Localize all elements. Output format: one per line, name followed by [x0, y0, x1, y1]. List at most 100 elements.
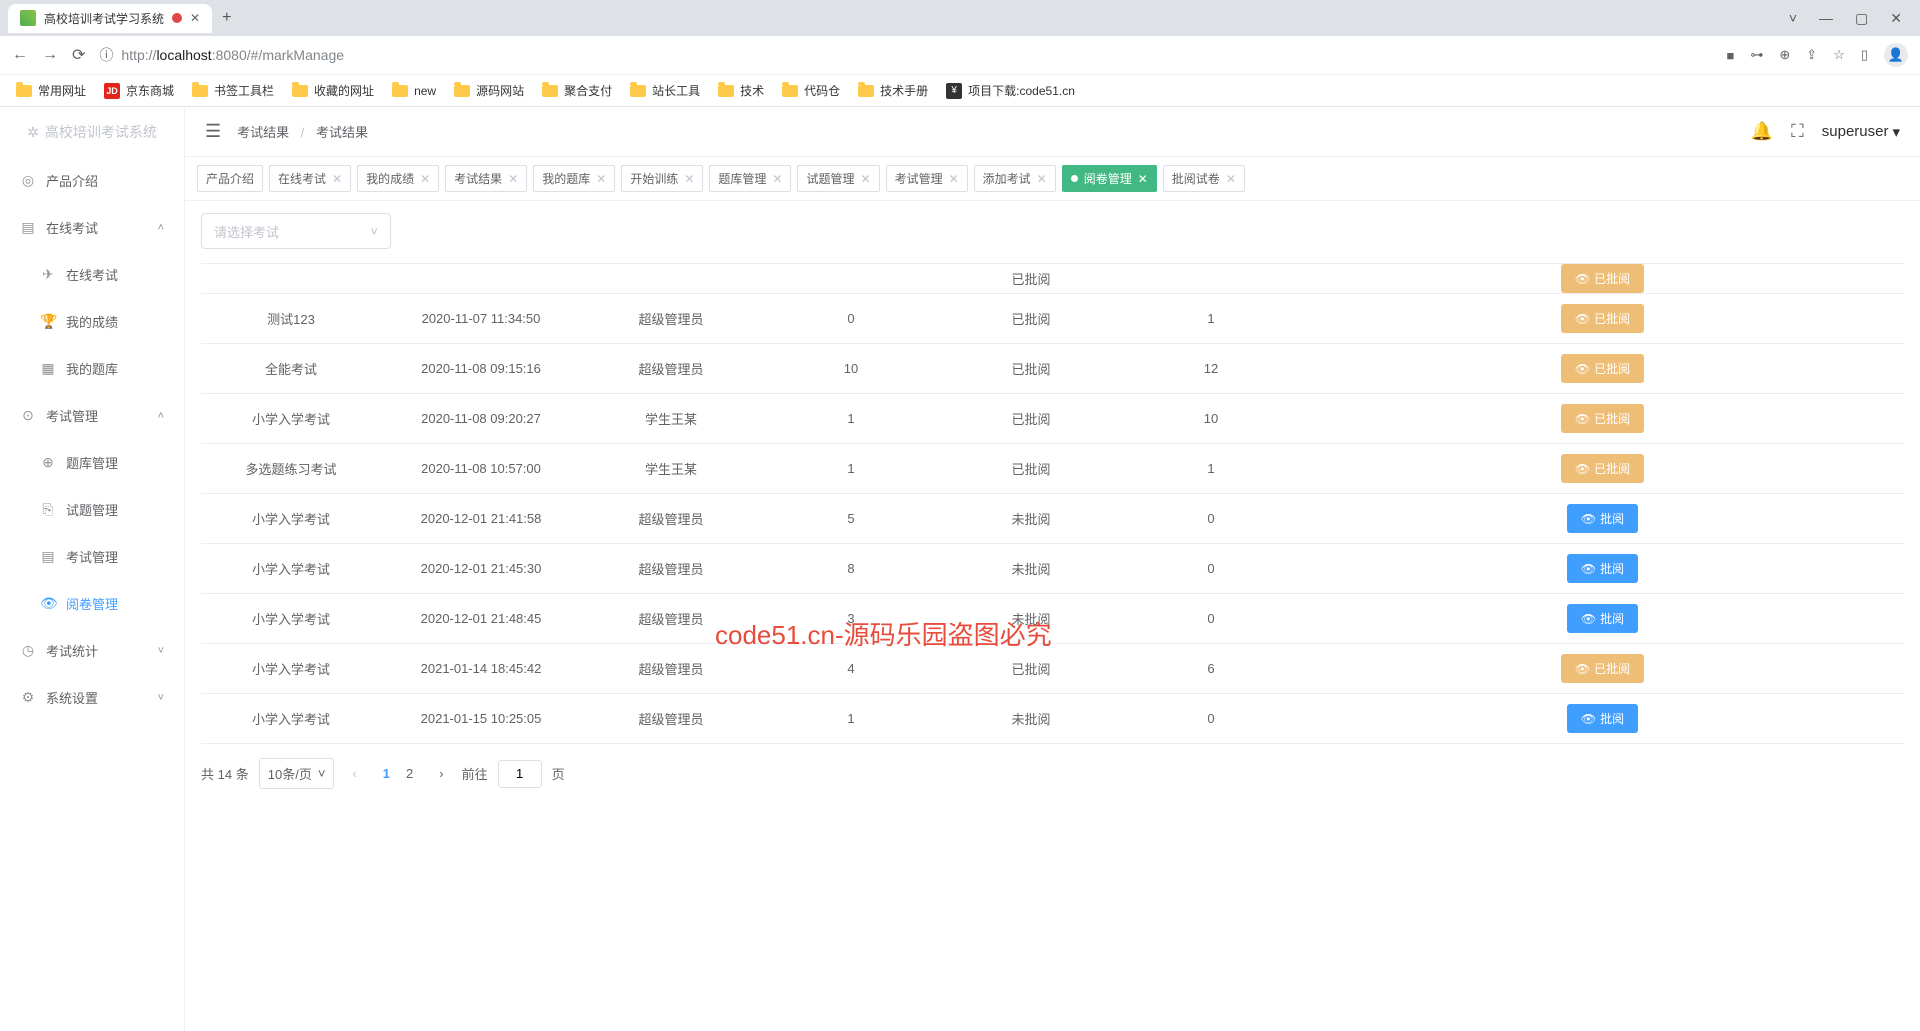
tab-item[interactable]: 考试结果✕ — [445, 165, 527, 192]
sidebar-sub-item[interactable]: ⎘试题管理 — [0, 486, 184, 533]
user-menu[interactable]: superuser ▾ — [1822, 123, 1900, 141]
review-button[interactable]: 👁已批阅 — [1561, 304, 1644, 333]
star-icon[interactable]: ☆ — [1833, 47, 1845, 63]
goto-page-input[interactable] — [498, 760, 542, 788]
sidebar-sub-item[interactable]: 👁阅卷管理 — [0, 580, 184, 627]
close-icon[interactable]: ✕ — [190, 11, 200, 25]
review-button[interactable]: 👁批阅 — [1567, 704, 1638, 733]
sidebar-sub-item[interactable]: ▤考试管理 — [0, 533, 184, 580]
tab-item[interactable]: 产品介绍 — [197, 165, 263, 192]
table-row: 小学入学考试2020-12-01 21:48:45超级管理员3未批阅0👁批阅 — [201, 594, 1904, 644]
bookmark-item[interactable]: ¥项目下载:code51.cn — [946, 82, 1075, 99]
bookmark-item[interactable]: 聚合支付 — [542, 82, 612, 99]
menu-icon: ⊙ — [20, 407, 36, 424]
app: ✲ 高校培训考试系统 ◎产品介绍▤在线考试˄✈在线考试🏆我的成绩▦我的题库⊙考试… — [0, 107, 1920, 1031]
review-button[interactable]: 👁已批阅 — [1561, 654, 1644, 683]
caret-down-icon: ▾ — [1892, 123, 1900, 141]
tab-item[interactable]: 题库管理✕ — [709, 165, 791, 192]
review-button[interactable]: 👁批阅 — [1567, 504, 1638, 533]
next-page-button[interactable]: › — [431, 762, 451, 785]
sidebar-sub-item[interactable]: ⊕题库管理 — [0, 439, 184, 486]
fullscreen-icon[interactable]: ⛶ — [1791, 121, 1804, 142]
close-icon[interactable]: ✕ — [508, 172, 518, 186]
bookmark-item[interactable]: 技术手册 — [858, 82, 928, 99]
tab-item[interactable]: 阅卷管理✕ — [1062, 165, 1157, 192]
hamburger-icon[interactable]: ☰ — [205, 121, 221, 142]
share-icon[interactable]: ⇪ — [1806, 47, 1817, 63]
table-row: 全能考试2020-11-08 09:15:16超级管理员10已批阅12👁已批阅 — [201, 344, 1904, 394]
close-icon[interactable]: ✕ — [861, 172, 871, 186]
back-icon[interactable]: ← — [12, 46, 28, 64]
table-row: 多选题练习考试2020-11-08 10:57:00学生王某1已批阅1👁已批阅 — [201, 444, 1904, 494]
review-button[interactable]: 👁批阅 — [1567, 554, 1638, 583]
sidebar-sub-item[interactable]: ✈在线考试 — [0, 251, 184, 298]
review-button[interactable]: 👁已批阅 — [1561, 354, 1644, 383]
review-button[interactable]: 👁批阅 — [1567, 604, 1638, 633]
bookmark-item[interactable]: JD京东商城 — [104, 82, 174, 99]
tab-item[interactable]: 添加考试✕ — [974, 165, 1056, 192]
bookmark-item[interactable]: 收藏的网址 — [292, 82, 374, 99]
menu-icon: ▤ — [40, 548, 56, 565]
close-icon[interactable]: ✕ — [420, 172, 430, 186]
maximize-icon[interactable]: ▢ — [1855, 10, 1868, 27]
menu-icon: ◎ — [20, 172, 36, 189]
table-row: 测试1232020-11-07 11:34:50超级管理员0已批阅1👁已批阅 — [201, 294, 1904, 344]
review-button[interactable]: 👁已批阅 — [1561, 404, 1644, 433]
forward-icon[interactable]: → — [42, 46, 58, 64]
camera-icon[interactable]: ■ — [1727, 48, 1735, 63]
bookmark-item[interactable]: 源码网站 — [454, 82, 524, 99]
tab-title: 高校培训考试学习系统 — [44, 10, 164, 27]
minimize-icon[interactable]: — — [1819, 10, 1833, 27]
sidebar-item[interactable]: ◎产品介绍 — [0, 157, 184, 204]
key-icon[interactable]: ⊶ — [1750, 47, 1763, 63]
tab-item[interactable]: 在线考试✕ — [269, 165, 351, 192]
close-icon[interactable]: ✕ — [1037, 172, 1047, 186]
expand-icon: ˄ — [158, 222, 164, 234]
expand-icon: ˅ — [158, 645, 164, 657]
tab-item[interactable]: 考试管理✕ — [886, 165, 968, 192]
panel-icon[interactable]: ▯ — [1861, 47, 1868, 63]
new-tab-button[interactable]: + — [222, 9, 231, 27]
address-bar[interactable]: ⓘ http://localhost:8080/#/markManage — [99, 45, 1712, 65]
tab-item[interactable]: 开始训练✕ — [621, 165, 703, 192]
close-icon[interactable]: ✕ — [772, 172, 782, 186]
bookmark-item[interactable]: 技术 — [718, 82, 764, 99]
page-size-select[interactable]: 10条/页 ˅ — [259, 758, 335, 789]
sidebar-item[interactable]: ⊙考试管理˄ — [0, 392, 184, 439]
browser-tab[interactable]: 高校培训考试学习系统 ✕ — [8, 4, 212, 33]
reload-icon[interactable]: ⟳ — [72, 45, 85, 65]
bookmark-item[interactable]: 书签工具栏 — [192, 82, 274, 99]
bell-icon[interactable]: 🔔 — [1751, 121, 1773, 142]
page-number[interactable]: 1 — [375, 762, 398, 785]
chevron-down-icon[interactable]: ˅ — [1789, 10, 1797, 27]
close-icon[interactable]: ✕ — [596, 172, 606, 186]
page-number[interactable]: 2 — [398, 762, 421, 785]
close-icon[interactable]: ✕ — [332, 172, 342, 186]
close-icon[interactable]: ✕ — [949, 172, 959, 186]
bookmark-item[interactable]: 常用网址 — [16, 82, 86, 99]
tab-item[interactable]: 我的成绩✕ — [357, 165, 439, 192]
tab-item[interactable]: 批阅试卷✕ — [1163, 165, 1245, 192]
tab-item[interactable]: 我的题库✕ — [533, 165, 615, 192]
prev-page-button[interactable]: ‹ — [344, 762, 364, 785]
search-icon[interactable]: ⊕ — [1779, 47, 1790, 63]
eye-icon: 👁 — [1575, 412, 1590, 426]
bookmark-item[interactable]: 代码仓 — [782, 82, 840, 99]
chevron-down-icon: ˅ — [370, 224, 378, 239]
sidebar-item[interactable]: ◷考试统计˅ — [0, 627, 184, 674]
close-window-icon[interactable]: ✕ — [1890, 10, 1902, 27]
review-button[interactable]: 👁已批阅 — [1561, 454, 1644, 483]
tab-item[interactable]: 试题管理✕ — [797, 165, 879, 192]
close-icon[interactable]: ✕ — [684, 172, 694, 186]
sidebar-item[interactable]: ⚙系统设置˅ — [0, 674, 184, 721]
bookmark-item[interactable]: 站长工具 — [630, 82, 700, 99]
sidebar-item[interactable]: ▤在线考试˄ — [0, 204, 184, 251]
close-icon[interactable]: ✕ — [1138, 172, 1148, 186]
sidebar-sub-item[interactable]: ▦我的题库 — [0, 345, 184, 392]
bookmark-item[interactable]: new — [392, 84, 436, 98]
sidebar-sub-item[interactable]: 🏆我的成绩 — [0, 298, 184, 345]
exam-select[interactable]: 请选择考试 ˅ — [201, 213, 391, 249]
review-button[interactable]: 👁已批阅 — [1561, 264, 1644, 293]
profile-icon[interactable]: 👤 — [1884, 43, 1908, 67]
close-icon[interactable]: ✕ — [1226, 172, 1236, 186]
